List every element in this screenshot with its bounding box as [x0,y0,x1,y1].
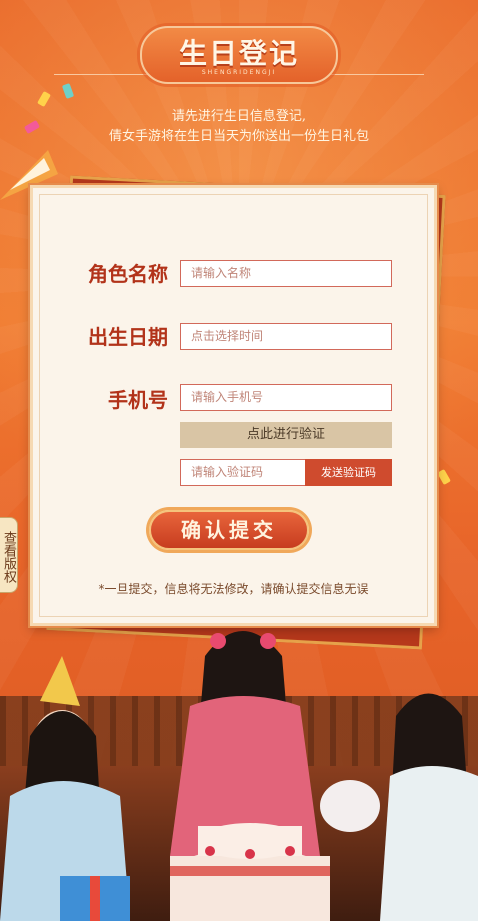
view-copyright-tab[interactable]: 查看版权 [0,517,18,593]
registration-form-card: 角色名称 请输入名称 出生日期 点击选择时间 手机号 请输入手机号 点此进行验证… [30,185,437,626]
intro-line-2: 倩女手游将在生日当天为你送出一份生日礼包 [108,129,369,144]
verification-code-input[interactable]: 请输入验证码 [180,459,306,486]
intro-line-1: 请先进行生日信息登记, [171,109,307,124]
phone-input[interactable]: 请输入手机号 [180,384,392,411]
page-title: 生日登记 [178,37,299,70]
characters-illustration [0,631,478,921]
birthday-picker-input[interactable]: 点击选择时间 [180,323,392,350]
submit-button[interactable]: 确认提交 [149,510,309,550]
phone-label: 手机号 [108,388,168,412]
role-name-input[interactable]: 请输入名称 [180,260,392,287]
verify-button[interactable]: 点此进行验证 [180,422,392,448]
role-name-label: 角色名称 [88,262,168,286]
intro-text: 请先进行生日信息登记, 倩女手游将在生日当天为你送出一份生日礼包 [30,107,448,147]
birthday-label: 出生日期 [88,325,168,349]
title-banner: 生日登记 SHENGRIDENGJI [54,20,424,90]
send-code-button[interactable]: 发送验证码 [305,459,392,486]
submit-notice: *一旦提交，信息将无法修改，请确认提交信息无误 [98,582,369,596]
page-subtitle: SHENGRIDENGJI [201,69,277,76]
birthday-illustration [0,626,478,921]
